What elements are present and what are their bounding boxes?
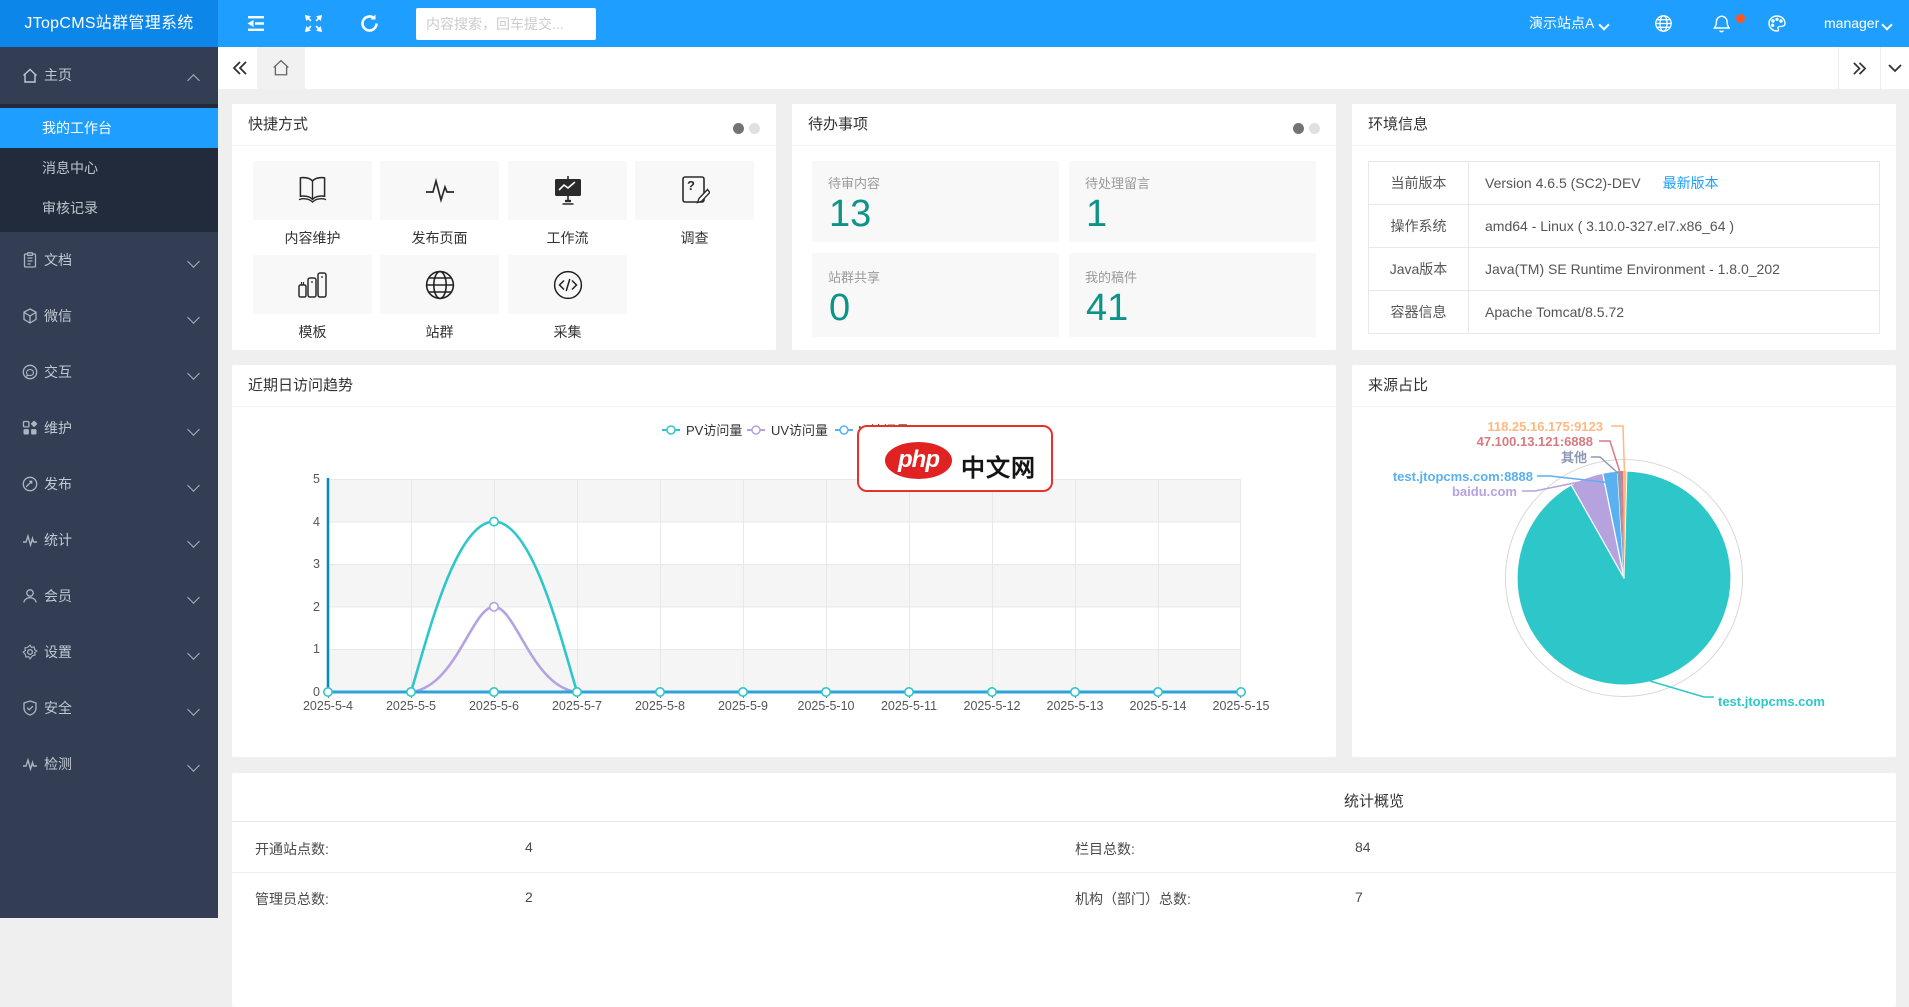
svg-text:2025-5-10: 2025-5-10 bbox=[798, 699, 855, 713]
svg-text:118.25.16.175:9123: 118.25.16.175:9123 bbox=[1487, 419, 1603, 434]
svg-text:2: 2 bbox=[313, 600, 320, 614]
svg-text:2025-5-7: 2025-5-7 bbox=[552, 699, 602, 713]
svg-text:?: ? bbox=[687, 178, 695, 193]
svg-text:test.jtopcms.com:8888: test.jtopcms.com:8888 bbox=[1393, 469, 1533, 484]
svg-text:PV访问量: PV访问量 bbox=[686, 423, 742, 438]
svg-text:2025-5-4: 2025-5-4 bbox=[303, 699, 353, 713]
svg-text:其他: 其他 bbox=[1561, 450, 1587, 465]
svg-text:1: 1 bbox=[313, 642, 320, 656]
svg-text:test.jtopcms.com: test.jtopcms.com bbox=[1718, 694, 1825, 709]
svg-text:47.100.13.121:6888: 47.100.13.121:6888 bbox=[1477, 434, 1593, 449]
svg-text:2025-5-11: 2025-5-11 bbox=[881, 699, 937, 713]
svg-text:4: 4 bbox=[313, 515, 320, 529]
svg-text:2025-5-6: 2025-5-6 bbox=[469, 699, 519, 713]
svg-text:2025-5-13: 2025-5-13 bbox=[1047, 699, 1104, 713]
svg-text:2025-5-15: 2025-5-15 bbox=[1213, 699, 1270, 713]
svg-text:2025-5-5: 2025-5-5 bbox=[386, 699, 436, 713]
svg-text:5: 5 bbox=[313, 472, 320, 486]
svg-text:UV访问量: UV访问量 bbox=[771, 423, 828, 438]
svg-text:2025-5-9: 2025-5-9 bbox=[718, 699, 768, 713]
svg-text:2025-5-12: 2025-5-12 bbox=[964, 699, 1021, 713]
svg-text:3: 3 bbox=[313, 557, 320, 571]
svg-text:2025-5-8: 2025-5-8 bbox=[635, 699, 685, 713]
svg-text:0: 0 bbox=[313, 685, 320, 699]
svg-text:baidu.com: baidu.com bbox=[1452, 484, 1517, 499]
svg-text:2025-5-14: 2025-5-14 bbox=[1130, 699, 1187, 713]
